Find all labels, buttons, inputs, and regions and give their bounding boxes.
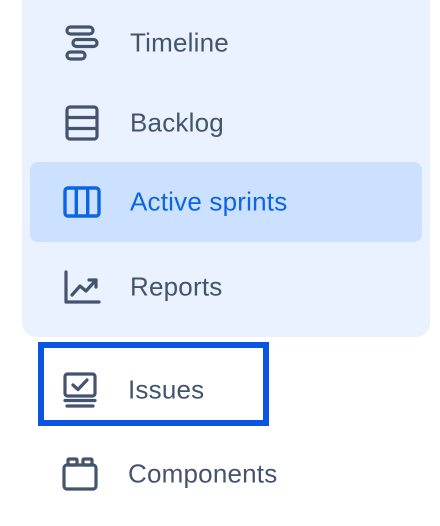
component-icon	[60, 454, 100, 494]
focus-ring	[38, 342, 269, 426]
sidebar-navigation: Timeline Backlog Active sprints Reports …	[0, 0, 440, 526]
sidebar-item-reports[interactable]: Reports	[30, 247, 422, 327]
sidebar-item-active-sprints[interactable]: Active sprints	[30, 162, 422, 242]
backlog-icon	[62, 103, 102, 143]
chart-trend-icon	[62, 267, 102, 307]
sidebar-item-label: Timeline	[130, 27, 229, 58]
sidebar-item-label: Backlog	[130, 107, 224, 138]
sidebar-item-components[interactable]: Components	[28, 434, 420, 514]
board-columns-icon	[62, 182, 102, 222]
sidebar-item-label: Components	[128, 458, 278, 489]
sidebar-item-label: Active sprints	[130, 186, 288, 217]
sidebar-item-backlog[interactable]: Backlog	[30, 83, 422, 163]
timeline-icon	[62, 23, 102, 63]
sidebar-item-timeline[interactable]: Timeline	[30, 3, 422, 83]
sidebar-item-label: Reports	[130, 271, 223, 302]
